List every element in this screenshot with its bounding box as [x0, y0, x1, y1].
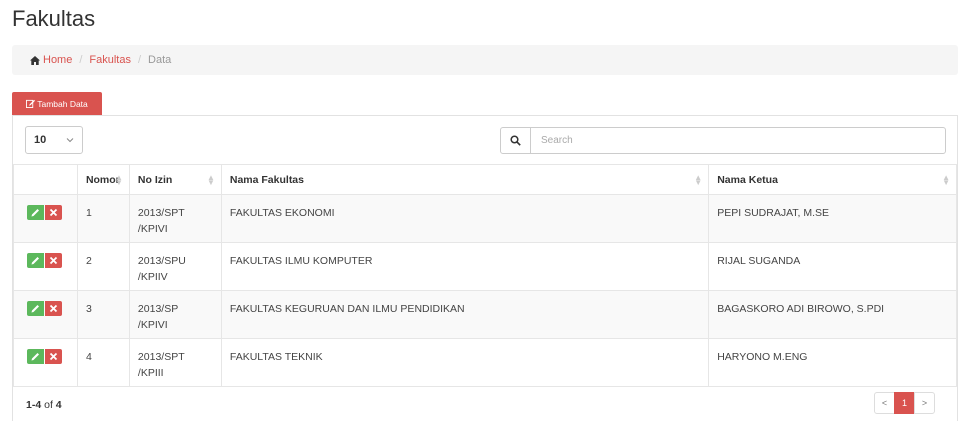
cell-no-izin: 2013/SPT/KPIII [128, 338, 222, 387]
per-page-value: 10 [34, 134, 47, 146]
search-group [500, 127, 946, 154]
breadcrumb-separator: / [137, 54, 142, 66]
sort-icon: ▲ ▼ [115, 173, 123, 187]
column-header-nama-ketua[interactable]: Nama Ketua ▲ ▼ [708, 164, 957, 195]
pagination-page-button[interactable]: 1 [894, 392, 915, 414]
delete-button[interactable] [45, 253, 62, 268]
cell-no-izin: 2013/SPU/KPIIV [128, 242, 222, 291]
pagination: < 1 > [874, 392, 935, 414]
cell-no-izin: 2013/SP/KPIVI [128, 290, 222, 339]
cell-nama-ketua: HARYONO M.ENG [708, 338, 957, 387]
delete-button[interactable] [45, 205, 62, 220]
pencil-icon [31, 305, 39, 313]
table-row: 1 2013/SPT/KPIVI FAKULTAS EKONOMI PEPI S… [13, 194, 957, 243]
close-icon [49, 256, 58, 265]
pencil-icon [31, 353, 39, 361]
table-info-range: 1-4 [26, 399, 42, 411]
cell-no-izin: 2013/SPT/KPIVI [128, 194, 222, 243]
table-row: 4 2013/SPT/KPIII FAKULTAS TEKNIK HARYONO… [13, 338, 957, 387]
edit-icon [26, 99, 36, 108]
close-icon [49, 208, 58, 217]
close-icon [49, 304, 58, 313]
per-page-select[interactable]: 10 [25, 126, 83, 154]
row-actions [13, 194, 78, 243]
home-icon [30, 55, 40, 65]
cell-nomor: 4 [76, 338, 130, 387]
column-header-nama-fakultas[interactable]: Nama Fakultas ▲ ▼ [220, 164, 710, 195]
delete-button[interactable] [45, 301, 62, 316]
table-info: 1-4 of 4 [26, 399, 62, 411]
cell-nama-fakultas: FAKULTAS ILMU KOMPUTER [220, 242, 710, 291]
table-info-of: of [44, 399, 53, 411]
column-header-no-izin[interactable]: No Izin ▲ ▼ [128, 164, 222, 195]
table-row: 2 2013/SPU/KPIIV FAKULTAS ILMU KOMPUTER … [13, 242, 957, 291]
column-header-nomor[interactable]: Nomor ▲ ▼ [76, 164, 130, 195]
search-input[interactable] [531, 128, 945, 153]
breadcrumb-home-link[interactable]: Home [43, 54, 72, 66]
cell-nomor: 1 [76, 194, 130, 243]
delete-button[interactable] [45, 349, 62, 364]
table-info-total: 4 [55, 399, 62, 411]
column-header-actions [13, 164, 78, 195]
pagination-next-button[interactable]: > [914, 392, 935, 414]
page-title: Fakultas [12, 6, 96, 31]
edit-button[interactable] [27, 253, 44, 268]
edit-button[interactable] [27, 205, 44, 220]
data-table-panel: 10 Nomor▲▼ No Izin▲▼ Nama Fakultas▲▼ Nam… [12, 115, 958, 421]
add-data-button[interactable]: Tambah Data [12, 92, 102, 115]
pencil-icon [31, 209, 39, 217]
breadcrumb-fakultas-link[interactable]: Fakultas [89, 54, 131, 66]
table-header-row: Nomor ▲ ▼ No Izin ▲ ▼ Nama Fakultas ▲ ▼ Nama K… [13, 164, 957, 195]
sort-icon: ▲ ▼ [942, 173, 950, 187]
cell-nama-ketua: RIJAL SUGANDA [708, 242, 957, 291]
fakultas-table: Nomor ▲ ▼ No Izin ▲ ▼ Nama Fakultas ▲ ▼ Nama K… [13, 164, 957, 387]
breadcrumb: Home / Fakultas / Data [12, 45, 958, 75]
cell-nama-fakultas: FAKULTAS KEGURUAN DAN ILMU PENDIDIKAN [220, 290, 710, 339]
edit-button[interactable] [27, 301, 44, 316]
cell-nomor: 2 [76, 242, 130, 291]
cell-nomor: 3 [76, 290, 130, 339]
close-icon [49, 352, 58, 361]
cell-nama-fakultas: FAKULTAS EKONOMI [220, 194, 710, 243]
search-icon-addon [501, 128, 531, 153]
row-actions [13, 242, 78, 291]
cell-nama-fakultas: FAKULTAS TEKNIK [220, 338, 710, 387]
sort-icon: ▲ ▼ [206, 173, 215, 187]
chevron-down-icon [66, 138, 74, 143]
pencil-icon [31, 257, 39, 265]
table-row: 3 2013/SP/KPIVI FAKULTAS KEGURUAN DAN IL… [13, 290, 957, 339]
cell-nama-ketua: BAGASKORO ADI BIROWO, S.PDI [708, 290, 957, 339]
pagination-prev-button[interactable]: < [874, 392, 895, 414]
row-actions [13, 338, 78, 387]
row-actions [13, 290, 78, 339]
edit-button[interactable] [27, 349, 44, 364]
search-icon [510, 135, 521, 146]
cell-nama-ketua: PEPI SUDRAJAT, M.SE [708, 194, 957, 243]
add-data-label: Tambah Data [37, 98, 88, 109]
breadcrumb-current: Data [148, 54, 172, 66]
breadcrumb-separator: / [79, 54, 83, 66]
sort-icon: ▲ ▼ [694, 173, 703, 187]
